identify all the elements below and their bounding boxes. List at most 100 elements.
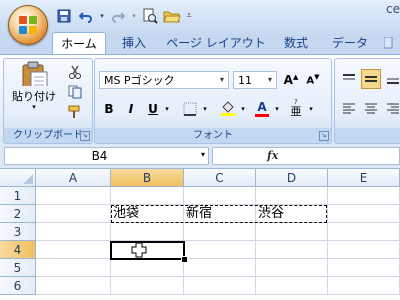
tab-data[interactable]: データ [326, 32, 374, 54]
align-top-button[interactable] [339, 69, 359, 89]
row-header[interactable]: 6 [0, 277, 36, 295]
bold-button[interactable]: B [99, 99, 119, 119]
name-box-dropdown-icon[interactable]: ▾ [201, 150, 205, 159]
font-name-dropdown-icon[interactable]: ▾ [216, 72, 228, 88]
align-bottom-button[interactable] [383, 69, 400, 89]
tab-overflow[interactable] [384, 32, 400, 54]
align-left-button[interactable] [339, 99, 359, 119]
paste-button[interactable]: 貼り付け ▾ [8, 61, 60, 111]
cell-B6[interactable] [111, 277, 184, 295]
tab-insert[interactable]: 挿入 [110, 32, 158, 54]
column-header[interactable]: C [184, 169, 256, 187]
tab-formulas[interactable]: 数式 [272, 32, 320, 54]
format-painter-icon [68, 105, 80, 118]
cell-A2[interactable] [36, 205, 111, 223]
cell-A6[interactable] [36, 277, 111, 295]
font-size-combo[interactable]: 11 ▾ [233, 71, 277, 89]
undo-icon[interactable] [76, 7, 96, 25]
column-header[interactable]: D [256, 169, 328, 187]
font-name-combo[interactable]: MS Pゴシック ▾ [99, 71, 229, 89]
cell-A3[interactable] [36, 223, 111, 241]
cell-B3[interactable] [111, 223, 184, 241]
grow-font-button[interactable]: A▲ [281, 71, 301, 89]
align-right-button[interactable] [383, 99, 400, 119]
cell-C4[interactable] [184, 241, 256, 259]
formula-input[interactable]: fx [212, 147, 400, 165]
align-center-button[interactable] [361, 99, 381, 119]
column-header[interactable]: A [36, 169, 111, 187]
select-all-corner[interactable] [0, 169, 36, 187]
shrink-font-button[interactable]: A▼ [303, 71, 323, 89]
column-header[interactable]: E [328, 169, 400, 187]
cell-D1[interactable] [256, 187, 328, 205]
font-dialog-launcher-icon[interactable]: ↘ [319, 131, 329, 141]
row-header[interactable]: 5 [0, 259, 36, 277]
row-header[interactable]: 2 [0, 205, 36, 223]
underline-button[interactable]: U [143, 99, 163, 119]
save-icon[interactable] [54, 7, 74, 25]
cell-A1[interactable] [36, 187, 111, 205]
cell-C1[interactable] [184, 187, 256, 205]
cell-A5[interactable] [36, 259, 111, 277]
open-folder-icon[interactable] [162, 7, 182, 25]
cell-D6[interactable] [256, 277, 328, 295]
font-color-dropdown-icon[interactable]: ▾ [273, 99, 281, 119]
name-box-value: B4 [91, 149, 108, 163]
phonetic-guide-button[interactable]: ｱ 亜 [285, 99, 307, 119]
row-header[interactable]: 3 [0, 223, 36, 241]
cell-C2[interactable]: 新宿 [184, 205, 256, 223]
cell-D4[interactable] [256, 241, 328, 259]
cell-C6[interactable] [184, 277, 256, 295]
align-middle-button[interactable] [361, 69, 381, 89]
font-size-dropdown-icon[interactable]: ▾ [264, 72, 276, 88]
cell-D3[interactable] [256, 223, 328, 241]
print-preview-icon[interactable] [140, 7, 160, 25]
cell-E2[interactable] [328, 205, 400, 223]
cell-C3[interactable] [184, 223, 256, 241]
undo-dropdown-icon[interactable]: ▾ [98, 7, 106, 25]
row-header[interactable]: 4 [0, 241, 36, 259]
office-button[interactable] [8, 5, 48, 45]
paste-icon [22, 61, 48, 86]
name-box[interactable]: B4 ▾ [4, 147, 209, 165]
borders-dropdown-icon[interactable]: ▾ [201, 99, 209, 119]
phonetic-dropdown-icon[interactable]: ▾ [307, 99, 315, 119]
clipboard-dialog-launcher-icon[interactable]: ↘ [80, 131, 90, 141]
cell-C5[interactable] [184, 259, 256, 277]
tab-page-layout[interactable]: ページ レイアウト [166, 32, 266, 54]
font-color-button[interactable]: A [251, 99, 273, 119]
format-painter-button[interactable] [64, 103, 86, 121]
phonetic-guide-icon: 亜 [290, 105, 302, 118]
redo-dropdown-icon[interactable]: ▾ [130, 7, 138, 25]
cell-E1[interactable] [328, 187, 400, 205]
cell-D2[interactable]: 渋谷 [256, 205, 328, 223]
fill-handle[interactable] [181, 256, 188, 263]
fill-color-button[interactable] [217, 99, 239, 119]
borders-button[interactable] [179, 99, 201, 119]
clipboard-group: 貼り付け ▾ クリップボード ↘ [3, 58, 93, 144]
formula-bar: B4 ▾ fx [0, 144, 400, 169]
row-header[interactable]: 1 [0, 187, 36, 205]
cell-D5[interactable] [256, 259, 328, 277]
cell-B1[interactable] [111, 187, 184, 205]
cell-E4[interactable] [328, 241, 400, 259]
cell-B2[interactable]: 池袋 [111, 205, 184, 223]
font-size-value: 11 [238, 74, 252, 87]
cell-E6[interactable] [328, 277, 400, 295]
underline-dropdown-icon[interactable]: ▾ [163, 99, 171, 119]
cell-B4[interactable] [111, 241, 184, 259]
redo-icon[interactable] [108, 7, 128, 25]
cell-E5[interactable] [328, 259, 400, 277]
italic-button[interactable]: I [121, 99, 141, 119]
cell-B5[interactable] [111, 259, 184, 277]
cell-A4[interactable] [36, 241, 111, 259]
fill-color-dropdown-icon[interactable]: ▾ [239, 99, 247, 119]
worksheet-grid[interactable]: A B C D E 1 2 3 4 5 6 池袋 新宿 渋谷 [0, 169, 400, 300]
column-header[interactable]: B [111, 169, 184, 187]
copy-button[interactable] [64, 83, 86, 101]
cell-E3[interactable] [328, 223, 400, 241]
customize-qat-icon[interactable]: ⩡ [184, 7, 194, 25]
tab-home[interactable]: ホーム [52, 32, 106, 56]
cut-button[interactable] [64, 63, 86, 81]
insert-function-icon[interactable]: fx [267, 149, 278, 162]
